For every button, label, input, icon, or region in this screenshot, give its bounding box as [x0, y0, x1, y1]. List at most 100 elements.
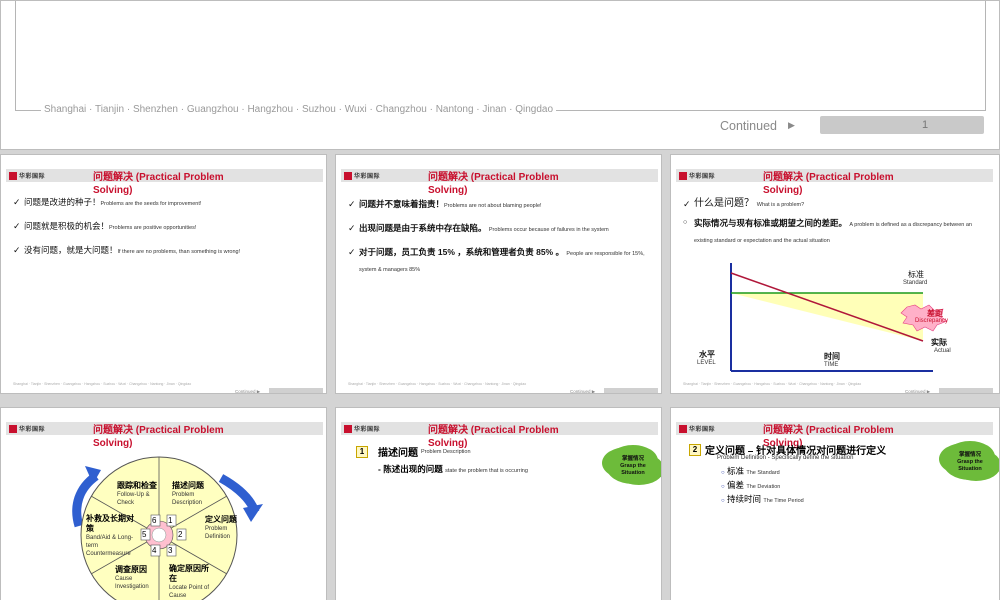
title-line-2: Solving): [428, 185, 468, 196]
page-number-bar: [820, 116, 984, 134]
cloud-en-2: Situation: [621, 469, 645, 476]
logo-mark-icon: [679, 424, 687, 433]
continued-text: Continued: [235, 389, 256, 394]
actual-label-en: Actual: [934, 348, 951, 354]
title-line-1: 问题解决 (Practical Problem: [93, 172, 224, 183]
company-logo: 华彩国际: [9, 171, 61, 180]
circle-bullet-icon: ○: [721, 484, 725, 490]
list-item: ○ 标准 The Standard: [721, 465, 804, 477]
item-zh: 偏差: [727, 480, 745, 490]
title-line-1: 问题解决 (Practical Problem: [763, 425, 894, 436]
item-en: The Deviation: [746, 484, 781, 490]
bullet-item: ✓ 出现问题是由于系统中存在缺陷。 Problems occur because …: [348, 221, 653, 237]
segment-zh: 跟踪和检查: [117, 481, 157, 490]
bullet-en: Problems are positive opportunities!: [109, 225, 197, 231]
bullet-en: Problems are the seeds for improvement!: [100, 201, 202, 207]
time-label-zh: 时间: [824, 352, 840, 361]
step-number: 6: [152, 516, 157, 525]
slide-thumbnail-3[interactable]: 华彩国际 问题解决 (Practical Problem Solving) ✓ 什么…: [670, 154, 1000, 394]
item-en: The Time Period: [763, 498, 804, 504]
process-wheel: [72, 456, 263, 600]
wheel-segment-4: 调查原因 Cause Investigation: [115, 564, 159, 591]
cloud-en-1: Grasp the: [620, 462, 646, 469]
slide-thumbnail-2[interactable]: 华彩国际 问题解决 (Practical Problem Solving) ✓ 问题…: [335, 154, 662, 394]
bullet-en: If there are no problems, than something…: [117, 249, 241, 255]
continued-text: Continued: [570, 389, 591, 394]
logo-mark-icon: [344, 424, 352, 433]
bullet-en: Problems are not about blaming people!: [444, 203, 542, 209]
item-en: The Standard: [746, 470, 780, 476]
step-badge: 1: [356, 445, 368, 458]
wheel-segment-1: 描述问题 Problem Description: [172, 480, 222, 507]
continued-label: Continued ▶: [905, 389, 931, 394]
logo-text: 华彩国际: [354, 174, 381, 180]
level-label-en: LEVEL: [697, 360, 716, 366]
slide-title: 问题解决 (Practical Problem Solving): [428, 171, 568, 197]
heading-zh: 描述问题: [378, 448, 418, 459]
segment-en: Cause Investigation: [115, 576, 149, 590]
bullet-zh: 问题并不意味着指责！: [359, 199, 445, 209]
circle-bullet-icon: ○: [721, 470, 725, 476]
segment-en: Problem Definition: [205, 526, 231, 540]
subtext-en: state the problem that is occurring: [445, 468, 528, 474]
slide-thumbnail-1[interactable]: 华彩国际 问题解决 (Practical Problem Solving) ✓ 问题…: [0, 154, 327, 394]
subtext-zh: - 陈述出现的问题: [378, 464, 443, 474]
bullet-zh: 对于问题，员工负责 15% ，系统和管理者负责 85% 。: [359, 247, 564, 257]
step-number: 1: [168, 516, 173, 525]
checkmark-icon: ✓: [348, 247, 356, 257]
slide-thumbnail-5[interactable]: 华彩国际 问题解决 (Practical Problem Solving) 1 描…: [335, 407, 662, 600]
continued-text: Continued: [905, 389, 926, 394]
slide-body: ✓ 问题是改进的种子！Problems are the seeds for imp…: [13, 195, 318, 267]
step-number: 3: [168, 546, 173, 555]
cloud-en-1: Grasp the: [957, 458, 983, 465]
criteria-list: ○ 标准 The Standard ○ 偏差 The Deviation ○ 持…: [721, 465, 804, 505]
step-number: 2: [178, 530, 183, 539]
standard-label-en: Standard: [903, 280, 928, 286]
bullet-en: Problems occur because of failures in th…: [488, 227, 609, 233]
grasp-situation-cloud: 掌握情况 Grasp the Situation: [606, 448, 660, 484]
discrepancy-label-en: Discrepancy: [915, 318, 949, 324]
slide-thumbnail-6[interactable]: 华彩国际 问题解决 (Practical Problem Solving) 2 定…: [670, 407, 1000, 600]
title-line-1: 问题解决 (Practical Problem: [428, 425, 559, 436]
checkmark-icon: ✓: [348, 199, 356, 209]
bullet-item: ✓ 没有问题，就是大问题！If there are no problems, th…: [13, 243, 318, 259]
segment-zh: 确定原因所在: [169, 564, 209, 583]
bullet-zh: 问题是改进的种子！: [24, 197, 101, 207]
continued-label: Continued ▶: [570, 389, 596, 394]
slide-body: ✓ 问题并不意味着指责！Problems are not about blamin…: [348, 197, 653, 285]
segment-en: Locate Point of Cause: [169, 585, 210, 599]
company-logo: 华彩国际: [344, 424, 396, 433]
slide-thumbnail-4[interactable]: 华彩国际 问题解决 (Practical Problem Solving) 1 2…: [0, 407, 327, 600]
footer-cities: Shanghai · Tianjin · Shenzhen · Guangzho…: [348, 382, 527, 386]
page-number-bar: [269, 388, 323, 393]
wheel-segment-5: 补救及长期对策 Band/Aid & Long-term Countermeasu…: [86, 514, 138, 558]
footer-cities: Shanghai · Tianjin · Shenzhen · Guangzho…: [683, 382, 862, 386]
page-number-bar: [939, 388, 993, 393]
title-line-1: 问题解决 (Practical Problem: [428, 172, 559, 183]
logo-mark-icon: [344, 171, 352, 180]
top-slide[interactable]: Shanghai · Tianjin · Shenzhen · Guangzho…: [0, 0, 1000, 150]
bullet-zh: 问题就是积极的机会！: [24, 221, 110, 231]
wheel-segment-6: 跟踪和检查 Follow-Up & Check: [117, 480, 163, 507]
checkmark-icon: ✓: [13, 221, 21, 231]
segment-en: Band/Aid & Long-term Countermeasure: [86, 535, 134, 557]
circle-bullet-icon: ○: [721, 498, 725, 504]
slide-title: 问题解决 (Practical Problem Solving): [93, 171, 233, 197]
footer-cities: Shanghai · Tianjin · Shenzhen · Guangzho…: [41, 104, 557, 115]
step-number: 4: [152, 546, 157, 555]
cloud-zh: 掌握情况: [621, 455, 644, 462]
continued-label: Continued ▶: [235, 389, 261, 394]
page-number: 1: [922, 119, 929, 131]
cloud-en-2: Situation: [958, 465, 982, 472]
logo-text: 华彩国际: [354, 427, 381, 433]
segment-zh: 调查原因: [115, 565, 147, 574]
list-item: ○ 持续时间 The Time Period: [721, 493, 804, 505]
company-logo: 华彩国际: [344, 171, 396, 180]
bullet-zh: 出现问题是由于系统中存在缺陷。: [359, 223, 487, 233]
segment-en: Problem Description: [172, 492, 203, 506]
checkmark-icon: ✓: [13, 197, 21, 207]
step-number: 5: [142, 530, 147, 539]
slide-frame: [15, 1, 986, 111]
play-arrow-icon: ▶: [788, 120, 795, 130]
wheel-segment-3: 确定原因所在 Locate Point of Cause: [169, 564, 213, 600]
